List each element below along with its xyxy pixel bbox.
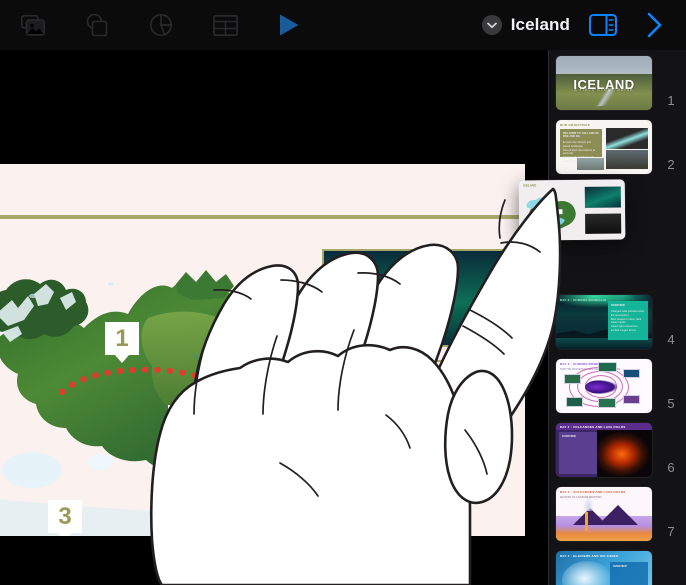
- slide-thumbnail-5[interactable]: DAY 3 : AURORA BOREALIS HOW THE MAGNETOS…: [556, 359, 652, 413]
- thumb-photo: [597, 423, 652, 477]
- slide-photo-aurora[interactable]: [322, 249, 507, 347]
- thumb-photo: [598, 397, 616, 408]
- slide-thumbnail-2[interactable]: OUR OBJECTIVES WELCOME TO THE LAND OF FI…: [556, 120, 652, 174]
- current-slide[interactable]: 1 2 3: [0, 164, 525, 536]
- slide-navigator[interactable]: ICELAND A FIELD STUDY GUIDE 1 OUR OBJECT…: [548, 50, 686, 585]
- document-title: Iceland: [510, 15, 570, 34]
- document-menu-button[interactable]: Iceland: [481, 15, 570, 35]
- map-marker-number: 3: [48, 500, 82, 533]
- map-marker-number: 1: [105, 322, 139, 355]
- thumb-photo: [565, 396, 583, 407]
- thumb-title: DAY 2 : VOLCANOES AND LAVA FIELDS: [559, 424, 626, 429]
- thumb-body: ANATOMY OF A FISSURE ERUPTION: [559, 495, 602, 499]
- thumb-photo: [623, 368, 641, 379]
- table-icon[interactable]: [206, 8, 244, 42]
- chevron-down-icon: [481, 15, 502, 35]
- map-marker-tail: [178, 438, 192, 446]
- thumb-title: DAY 4 : GLACIERS AND ICE CAVES: [559, 553, 619, 558]
- thumb-subtitle: A FIELD STUDY GUIDE: [574, 88, 634, 93]
- slide-thumbnail-7[interactable]: DAY 2 : VOLCANOES AND LAVA FIELDS ANATOM…: [556, 487, 652, 541]
- shapes-icon[interactable]: [78, 8, 116, 42]
- toolbar-document-tools: Iceland: [481, 8, 686, 42]
- slide-thumbnail-1[interactable]: ICELAND A FIELD STUDY GUIDE: [556, 56, 652, 110]
- thumb-bullet: Green light comes from excited oxygen at…: [610, 325, 638, 332]
- slide-number: 5: [667, 396, 675, 411]
- dragged-slide-title: ICELAND: [522, 183, 537, 188]
- dragged-slide-thumbnail[interactable]: ICELAND: [518, 179, 626, 241]
- thumb-body: OVERVIEW: [612, 564, 627, 568]
- thumb-text-box: OVERVIEW: [558, 431, 598, 474]
- play-icon[interactable]: [270, 8, 308, 42]
- list-item[interactable]: DAY 4 : GLACIERS AND ICE CAVES OVERVIEW …: [556, 551, 686, 585]
- thumb-bullet: Charged solar particles enter the atmosp…: [610, 310, 645, 317]
- thumb-text-box: OVERVIEW Charged solar particles enter t…: [607, 301, 649, 341]
- list-item[interactable]: DAY 2 : VOLCANOES AND LAVA FIELDS ANATOM…: [556, 487, 686, 541]
- thumb-photo: [598, 361, 618, 373]
- view-options-icon[interactable]: [584, 8, 622, 42]
- thumb-bullet: Explore the volcanic and glacial landsca…: [562, 141, 592, 148]
- list-item[interactable]: DAY 3 : AURORA BOREALIS HOW THE MAGNETOS…: [556, 359, 686, 413]
- thumb-photo: [605, 127, 649, 150]
- dragged-slide-map: [527, 197, 577, 230]
- list-item[interactable]: OUR OBJECTIVES WELCOME TO THE LAND OF FI…: [556, 120, 686, 174]
- slide-canvas[interactable]: 1 2 3: [0, 50, 548, 585]
- map-marker-3[interactable]: 3: [48, 500, 82, 536]
- map-marker-1[interactable]: 1: [105, 322, 139, 363]
- slide-number: 6: [667, 460, 675, 475]
- thumb-text-box: WELCOME TO THE LAND OF FIRE AND ICE Expl…: [559, 128, 603, 163]
- slide-photo-secondary[interactable]: [322, 360, 507, 456]
- slide-number: 4: [667, 332, 675, 347]
- thumb-photo: [563, 374, 581, 384]
- slide-number: 7: [667, 524, 675, 539]
- slide-number: 2: [667, 157, 675, 172]
- list-item[interactable]: DAY 3 : AURORA BOREALIS OVERVIEW Charged…: [556, 295, 686, 349]
- thumb-magnetosphere: [584, 379, 618, 394]
- thumb-bullet: Record field observations at each site: [562, 148, 595, 156]
- dragged-slide-photo: [584, 213, 622, 234]
- thumb-lava-column: [584, 511, 588, 532]
- thumb-photo: [623, 394, 641, 405]
- chevron-right-icon[interactable]: [636, 8, 674, 42]
- map-marker-tail: [115, 355, 129, 363]
- thumb-photo: [605, 150, 649, 169]
- keynote-window: Iceland 1 2 3 ICELAND A FIELD STUDY GUID…: [0, 0, 686, 585]
- slide-number: 1: [667, 93, 675, 108]
- chart-icon[interactable]: [142, 8, 180, 42]
- media-icon[interactable]: [14, 8, 52, 42]
- slide-thumbnail-6[interactable]: DAY 2 : VOLCANOES AND LAVA FIELDS OVERVI…: [556, 423, 652, 477]
- list-item[interactable]: DAY 2 : VOLCANOES AND LAVA FIELDS OVERVI…: [556, 423, 686, 477]
- thumb-ice-swirl: [561, 560, 612, 585]
- map-marker-tail: [58, 533, 72, 536]
- thumb-title: OUR OBJECTIVES: [559, 122, 590, 127]
- slide-thumbnail-8[interactable]: DAY 4 : GLACIERS AND ICE CAVES OVERVIEW: [556, 551, 652, 585]
- thumb-title: DAY 2 : VOLCANOES AND LAVA FIELDS: [559, 489, 626, 494]
- slide-thumbnail-4[interactable]: DAY 3 : AURORA BOREALIS OVERVIEW Charged…: [556, 295, 652, 349]
- map-marker-2[interactable]: 2: [168, 405, 202, 446]
- thumb-volcano: [598, 504, 639, 525]
- thumb-photo: [577, 157, 604, 170]
- list-item[interactable]: ICELAND A FIELD STUDY GUIDE 1: [556, 56, 686, 110]
- thumb-body: OVERVIEW: [610, 304, 625, 308]
- thumb-title: DAY 3 : AURORA BOREALIS: [559, 297, 607, 302]
- top-toolbar: Iceland: [0, 0, 686, 50]
- dragged-slide-photo: [584, 186, 621, 208]
- thumb-text-box: OVERVIEW: [609, 561, 649, 585]
- thumb-body: OVERVIEW: [561, 434, 576, 438]
- map-marker-number: 2: [168, 405, 202, 438]
- slide-divider-rule: [0, 215, 525, 219]
- thumb-body: WELCOME TO THE LAND OF FIRE AND ICE: [562, 131, 599, 139]
- toolbar-insert-tools: [0, 8, 308, 42]
